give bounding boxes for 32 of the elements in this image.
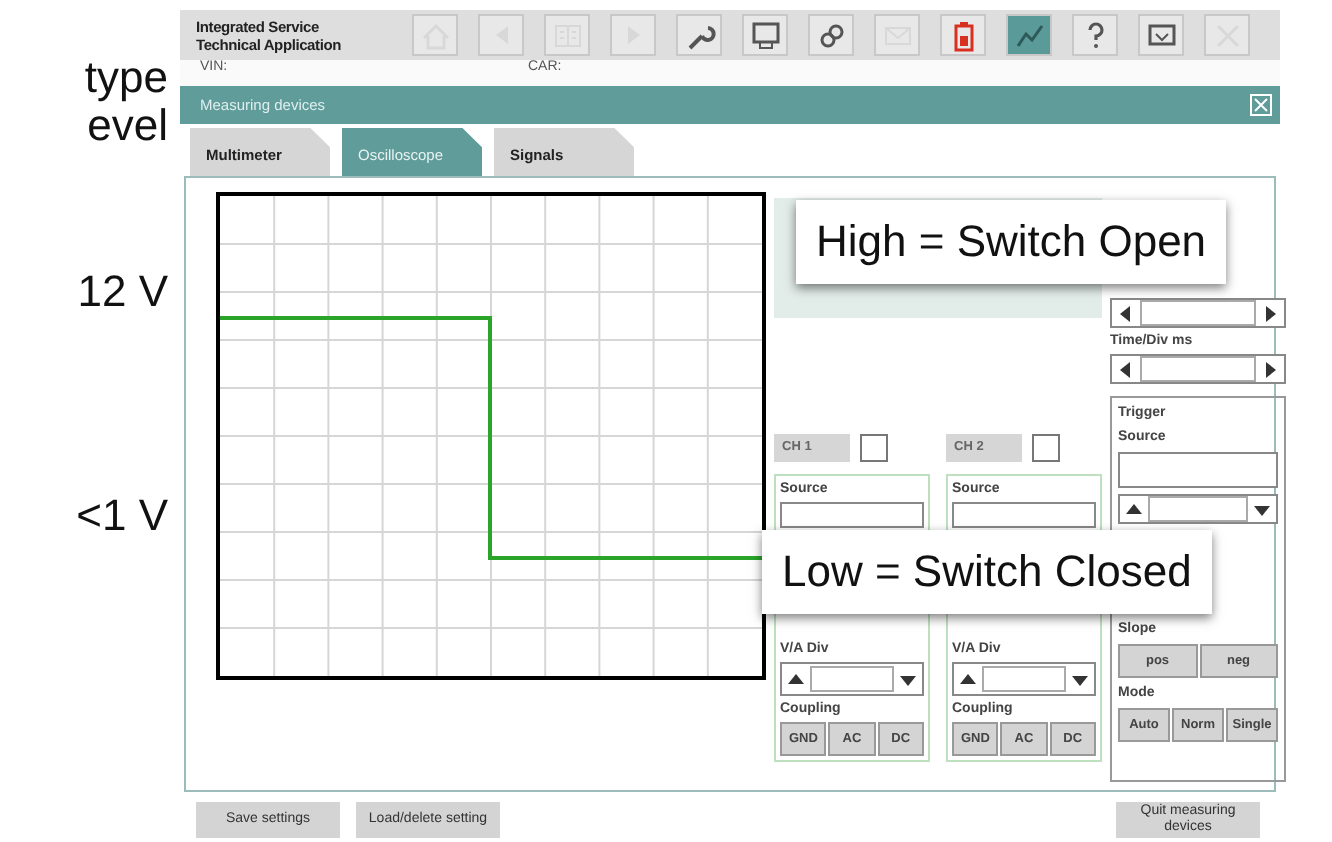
right-arrow-icon[interactable] bbox=[1260, 303, 1280, 323]
channel-checkbox[interactable] bbox=[1032, 434, 1060, 462]
caption-text: evel bbox=[87, 102, 168, 150]
div-stepper[interactable] bbox=[780, 662, 924, 696]
source-field[interactable] bbox=[952, 502, 1096, 528]
device-icon bbox=[747, 17, 783, 53]
source-dropdown[interactable] bbox=[1118, 494, 1278, 524]
left-arrow-icon[interactable] bbox=[1116, 303, 1136, 323]
source-field[interactable] bbox=[1118, 452, 1278, 488]
toolbar-button[interactable] bbox=[676, 14, 722, 56]
toolbar-button[interactable] bbox=[1006, 14, 1052, 56]
toolbar-button[interactable] bbox=[742, 14, 788, 56]
toolbar-button[interactable] bbox=[940, 14, 986, 56]
voltage-label: <1 V bbox=[76, 490, 168, 542]
callout-label: High = Switch Open bbox=[796, 200, 1227, 284]
toolbar-button[interactable] bbox=[808, 14, 854, 56]
toolbar-button[interactable] bbox=[1138, 14, 1184, 56]
close-icon[interactable] bbox=[1250, 94, 1272, 116]
source-field[interactable] bbox=[780, 502, 924, 528]
time-stepper[interactable] bbox=[1110, 298, 1286, 328]
voltage-label: 12 V bbox=[77, 266, 168, 318]
toolbar-button[interactable] bbox=[1072, 14, 1118, 56]
up-arrow-icon[interactable] bbox=[1124, 499, 1144, 519]
left-arrow-icon[interactable] bbox=[1116, 359, 1136, 379]
callout-label: Low = Switch Closed bbox=[762, 530, 1212, 614]
caption-text: type bbox=[84, 54, 168, 102]
time-div-stepper[interactable] bbox=[1110, 354, 1286, 384]
up-arrow-icon[interactable] bbox=[786, 669, 806, 689]
right-arrow-icon[interactable] bbox=[1260, 359, 1280, 379]
up-arrow-icon[interactable] bbox=[958, 669, 978, 689]
div-stepper[interactable] bbox=[952, 662, 1096, 696]
channel-checkbox[interactable] bbox=[860, 434, 888, 462]
